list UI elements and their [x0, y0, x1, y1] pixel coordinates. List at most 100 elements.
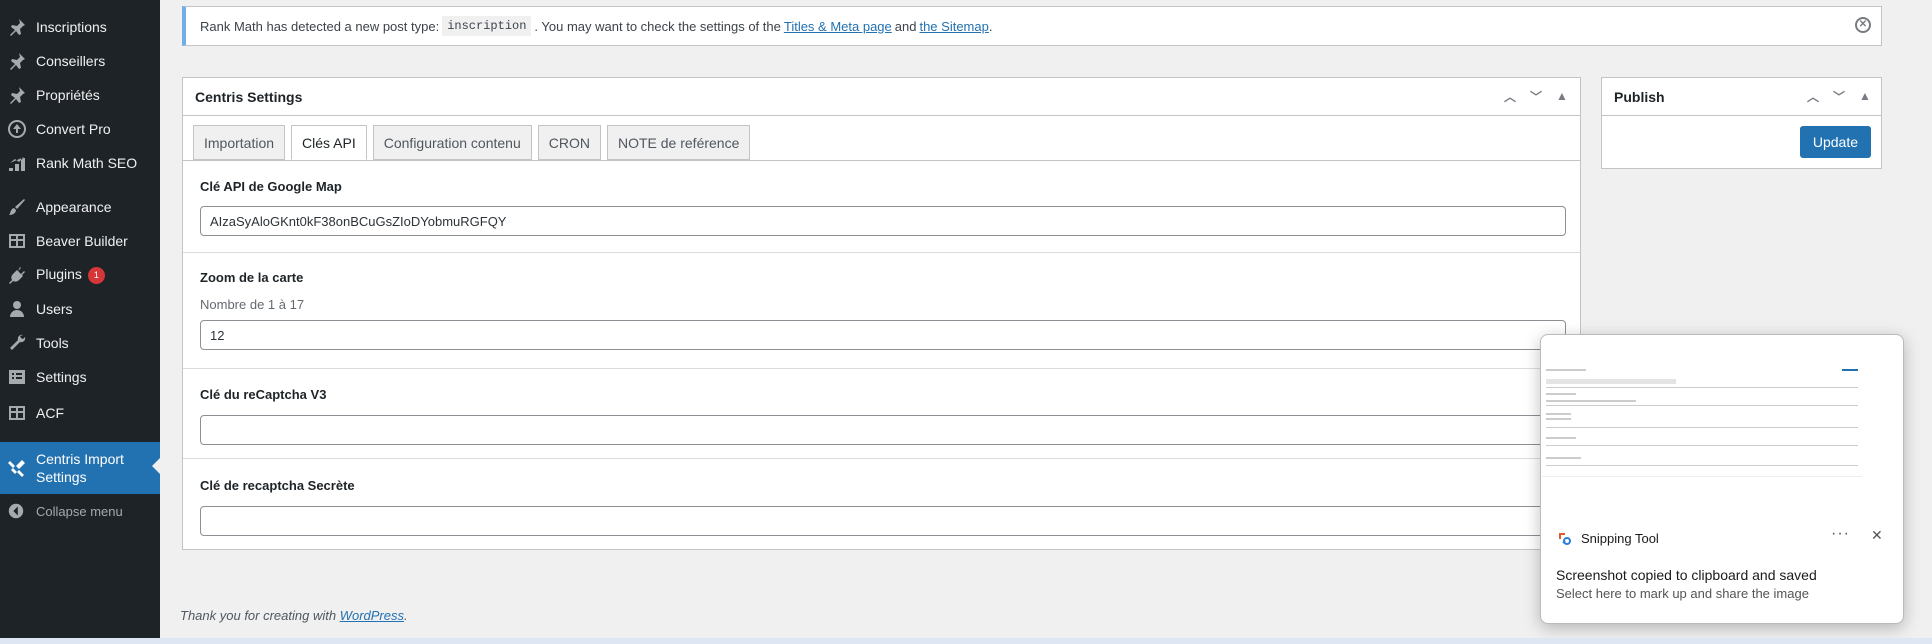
sidebar-item-plugins[interactable]: Plugins 1	[0, 258, 160, 292]
plugins-label: Plugins	[36, 266, 82, 283]
field-separator	[183, 368, 1580, 369]
postbox-title: Publish	[1614, 88, 1665, 105]
sidebar-item-tools[interactable]: Tools	[0, 326, 160, 360]
tab-cles-api[interactable]: Clés API	[291, 125, 367, 160]
pin-icon	[0, 17, 36, 37]
sidebar-item-rank-math[interactable]: Rank Math SEO	[0, 146, 160, 180]
postbox-title: Centris Settings	[195, 88, 303, 105]
snipping-tool-notification[interactable]: Snipping Tool ··· ✕ Screenshot copied to…	[1540, 334, 1904, 624]
move-up-icon[interactable]: ︿	[1500, 86, 1520, 106]
sidebar-item-proprietes[interactable]: Propriétés	[0, 78, 160, 112]
wrench-icon	[0, 333, 36, 353]
postbox-handles: ︿ ﹀ ▲	[1500, 86, 1572, 106]
footer-text: Thank you for creating with	[180, 608, 337, 623]
admin-sidebar: Inscriptions Conseillers Propriétés Conv…	[0, 0, 160, 638]
update-count-badge: 1	[87, 266, 105, 284]
recaptcha-key-field: Clé du reCaptcha V3	[200, 387, 1566, 447]
tab-cron[interactable]: CRON	[537, 125, 601, 160]
notice-text: and	[894, 18, 917, 34]
notice-text: .	[988, 18, 993, 34]
move-down-icon[interactable]: ﹀	[1829, 86, 1849, 106]
sidebar-item-label: Plugins 1	[36, 266, 105, 284]
update-button[interactable]: Update	[1799, 126, 1871, 158]
toggle-panel-icon[interactable]: ▲	[1855, 86, 1875, 106]
sidebar-item-label: Settings	[36, 369, 87, 385]
recaptcha-secret-input[interactable]	[200, 506, 1566, 536]
settings-icon	[0, 367, 36, 387]
recaptcha-secret-field: Clé de recaptcha Secrète	[200, 478, 1566, 538]
toggle-panel-icon[interactable]: ▲	[1552, 86, 1572, 106]
postbox-header: Centris Settings ︿ ﹀ ▲	[183, 78, 1580, 116]
screenshot-thumbnail[interactable]	[1542, 361, 1862, 477]
sidebar-item-label: Rank Math SEO	[36, 155, 138, 171]
sidebar-item-label: Appearance	[36, 199, 112, 215]
settings-tabs: Importation Clés API Configuration conte…	[193, 125, 751, 160]
collapse-menu-label: Collapse menu	[36, 503, 123, 519]
more-options-icon[interactable]: ···	[1831, 525, 1850, 543]
google-map-key-field: Clé API de Google Map AIzaSyAloGKnt0kF38…	[200, 179, 1566, 259]
sidebar-item-label: Beaver Builder	[36, 233, 128, 249]
footer-text: .	[404, 608, 408, 623]
field-label: Clé du reCaptcha V3	[200, 387, 327, 402]
move-up-icon[interactable]: ︿	[1803, 86, 1823, 106]
zoom-field: Zoom de la carte Nombre de 1 à 17 12	[200, 270, 1566, 360]
tab-note-reference[interactable]: NOTE de reférence	[606, 125, 751, 160]
sidebar-item-settings[interactable]: Settings	[0, 360, 160, 394]
sidebar-item-acf[interactable]: ACF	[0, 396, 160, 430]
field-label: Zoom de la carte	[200, 270, 304, 285]
pin-icon	[0, 51, 36, 71]
dismiss-icon[interactable]: ✕	[1855, 17, 1871, 33]
sidebar-item-label: Inscriptions	[36, 19, 107, 35]
sidebar-item-label: Tools	[36, 335, 69, 351]
postbox-handles: ︿ ﹀ ▲	[1803, 86, 1875, 106]
titles-meta-link[interactable]: Titles & Meta page	[784, 19, 892, 34]
zoom-input[interactable]: 12	[200, 320, 1566, 350]
recaptcha-key-input[interactable]	[200, 415, 1566, 445]
tab-configuration-contenu[interactable]: Configuration contenu	[372, 125, 532, 160]
wordpress-link[interactable]: WordPress	[340, 608, 404, 623]
sidebar-item-users[interactable]: Users	[0, 292, 160, 326]
close-icon[interactable]: ✕	[1871, 527, 1883, 544]
plug-icon	[0, 265, 36, 285]
tabs-divider	[183, 160, 1580, 161]
rank-math-icon	[0, 153, 36, 173]
grid-icon	[0, 231, 36, 251]
pin-icon	[0, 85, 36, 105]
field-separator	[183, 252, 1580, 253]
toast-app-name: Snipping Tool	[1581, 531, 1659, 546]
field-label: Clé de recaptcha Secrète	[200, 478, 355, 493]
collapse-menu-button[interactable]: Collapse menu	[0, 494, 160, 528]
postbox-header: Publish ︿ ﹀ ▲	[1602, 78, 1881, 116]
notice-text: Rank Math has detected a new post type:	[200, 18, 440, 34]
user-icon	[0, 299, 36, 319]
sidebar-item-label: Propriétés	[36, 87, 100, 103]
tab-importation[interactable]: Importation	[193, 125, 286, 160]
notice-text: . You may want to check the settings of …	[534, 18, 781, 34]
toast-subtext: Select here to mark up and share the ima…	[1556, 586, 1809, 601]
rank-math-notice: Rank Math has detected a new post type: …	[182, 6, 1882, 46]
sidebar-item-appearance[interactable]: Appearance	[0, 190, 160, 224]
field-separator	[183, 458, 1580, 459]
collapse-icon	[0, 502, 36, 520]
sidebar-item-label: Users	[36, 301, 73, 317]
sidebar-item-conseillers[interactable]: Conseillers	[0, 44, 160, 78]
notice-post-type-code: inscription	[442, 16, 532, 36]
admin-footer: Thank you for creating with WordPress.	[180, 608, 408, 623]
sitemap-link[interactable]: the Sitemap	[919, 19, 988, 34]
sidebar-item-inscriptions[interactable]: Inscriptions	[0, 10, 160, 44]
move-down-icon[interactable]: ﹀	[1526, 86, 1546, 106]
brush-icon	[0, 197, 36, 217]
sidebar-item-convert-pro[interactable]: Convert Pro	[0, 112, 160, 146]
sidebar-item-centris-import-settings[interactable]: Centris Import Settings	[0, 442, 160, 494]
taskbar-edge	[0, 638, 1932, 644]
field-label: Clé API de Google Map	[200, 179, 342, 194]
centris-settings-box: Centris Settings ︿ ﹀ ▲ Importation Clés …	[182, 77, 1581, 550]
grid-icon	[0, 403, 36, 423]
google-map-key-input[interactable]: AIzaSyAloGKnt0kF38onBCuGsZIoDYobmuRGFQY	[200, 206, 1566, 236]
sidebar-item-beaver-builder[interactable]: Beaver Builder	[0, 224, 160, 258]
sidebar-item-label: Conseillers	[36, 53, 106, 69]
sidebar-item-label: Centris Import Settings	[36, 451, 124, 485]
toast-message: Screenshot copied to clipboard and saved	[1556, 567, 1817, 583]
convert-pro-icon	[0, 119, 36, 139]
snipping-tool-icon	[1557, 531, 1573, 547]
